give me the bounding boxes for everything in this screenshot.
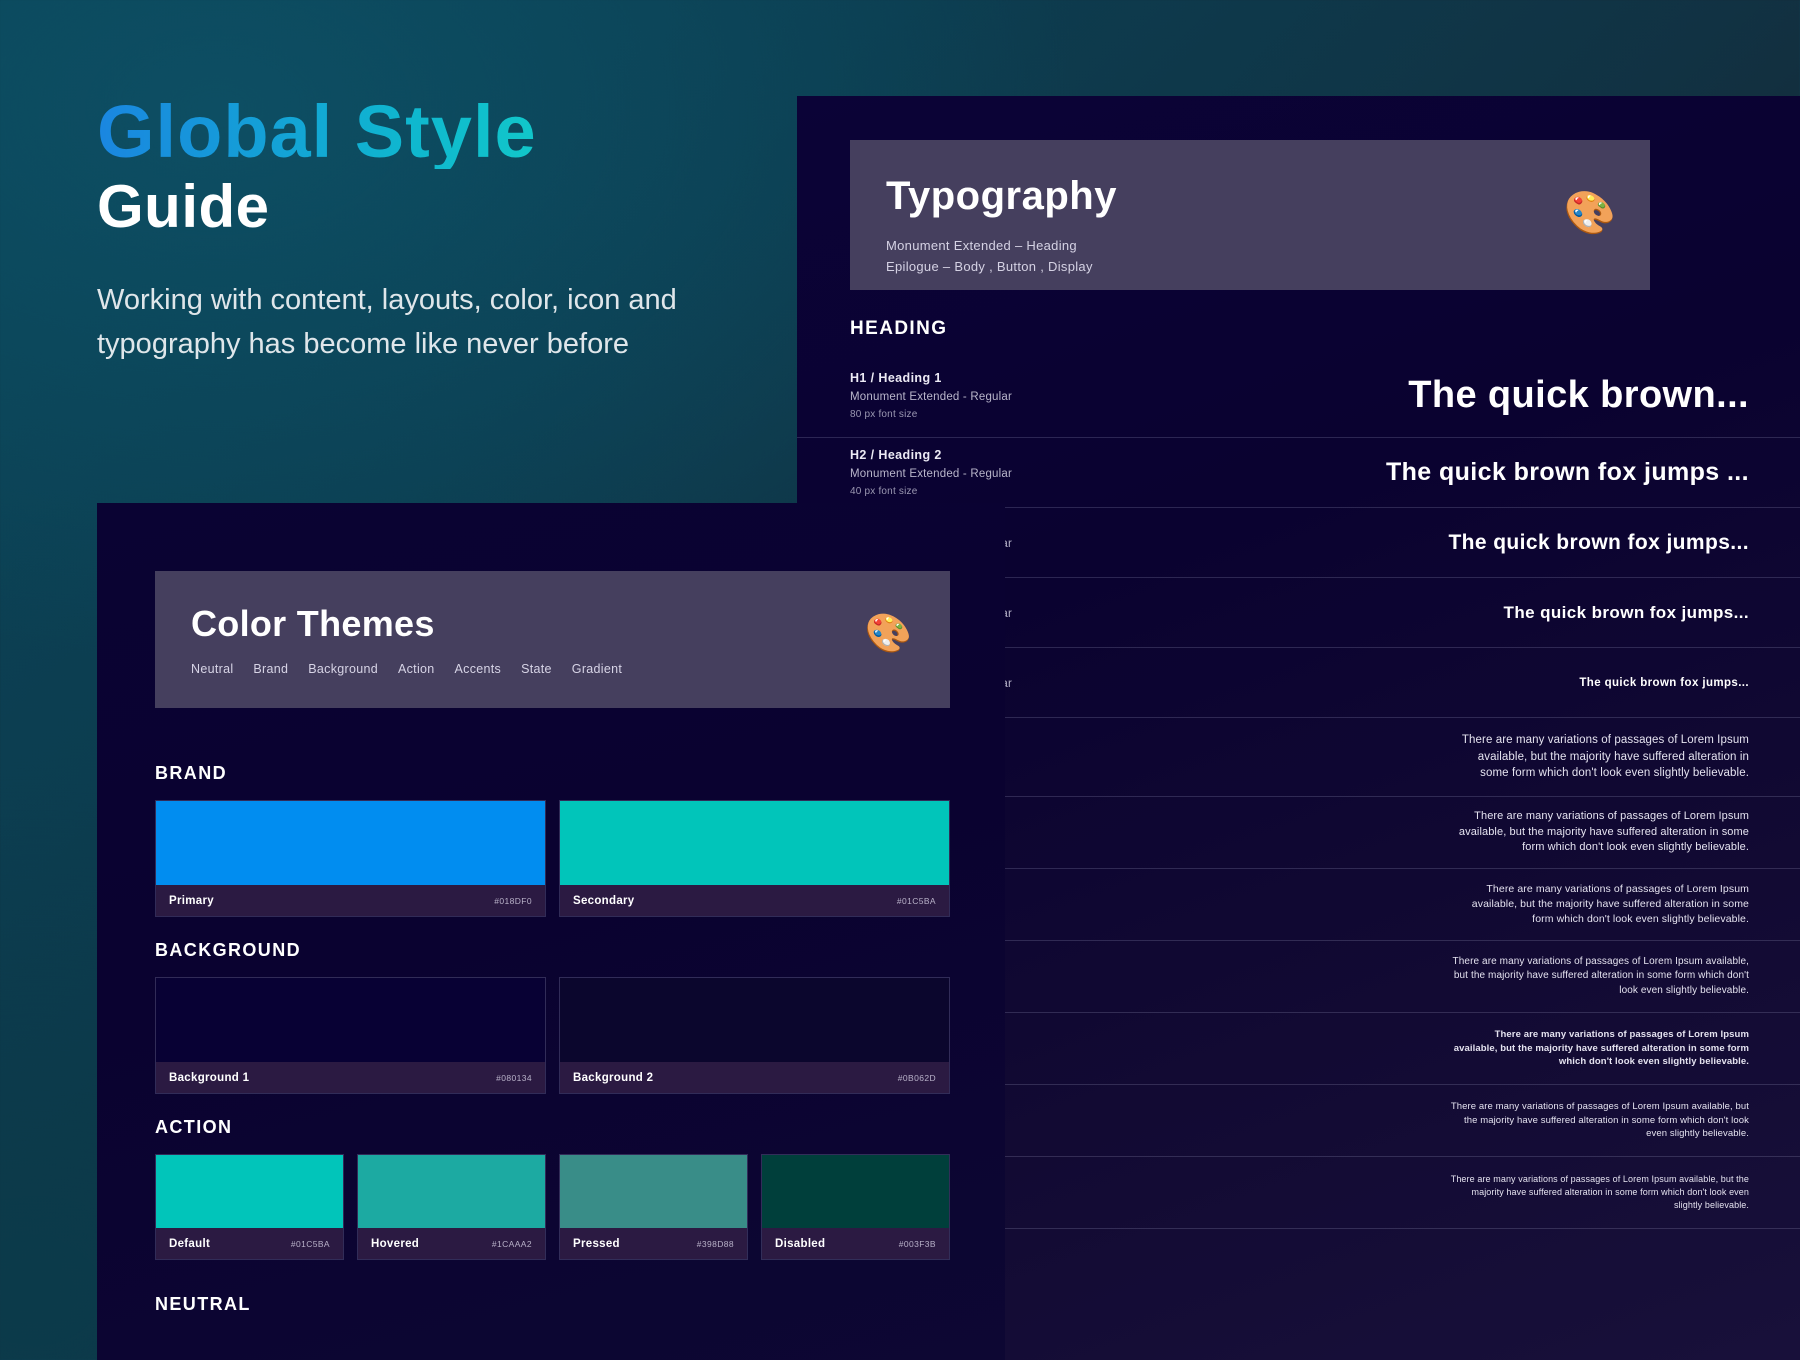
- color-swatch-chip: [358, 1155, 545, 1228]
- typography-row-font: Monument Extended - Regular: [850, 391, 1150, 403]
- color-group-title: ACTION: [155, 1117, 950, 1138]
- color-nav-item[interactable]: Brand: [253, 662, 288, 676]
- color-swatch[interactable]: Default #01C5BA: [155, 1154, 344, 1260]
- typography-row-size: 80 px font size: [850, 409, 1150, 420]
- color-swatch-row: Background 1 #080134 Background 2 #0B062D: [155, 977, 950, 1094]
- color-swatch-hex: #003F3B: [899, 1239, 936, 1249]
- typography-row-sample: There are many variations of passages of…: [1449, 1028, 1749, 1069]
- color-swatch[interactable]: Primary #018DF0: [155, 800, 546, 917]
- color-swatch[interactable]: Pressed #398D88: [559, 1154, 748, 1260]
- typography-title: Typography: [886, 174, 1614, 219]
- color-nav-item[interactable]: Accents: [455, 662, 502, 676]
- typography-row: H1 / Heading 1 Monument Extended - Regula…: [797, 354, 1800, 438]
- color-swatch-footer: Disabled #003F3B: [762, 1228, 949, 1259]
- color-group: BRAND Primary #018DF0 Secondary #01C5BA: [155, 763, 950, 917]
- typography-row-font: Monument Extended - Regular: [850, 468, 1150, 480]
- typography-meta: Monument Extended – Heading Epilogue – B…: [886, 235, 1614, 277]
- color-themes-nav: Neutral Brand Background Action Accents State…: [191, 662, 914, 676]
- color-swatch-label: Pressed: [573, 1238, 620, 1250]
- color-swatch[interactable]: Background 2 #0B062D: [559, 977, 950, 1094]
- color-nav-item[interactable]: State: [521, 662, 552, 676]
- color-swatch[interactable]: Hovered #1CAAA2: [357, 1154, 546, 1260]
- color-swatch-hex: #01C5BA: [291, 1239, 330, 1249]
- color-swatch-hex: #0B062D: [898, 1073, 936, 1083]
- color-themes-title: Color Themes: [191, 603, 914, 645]
- color-swatch-label: Background 1: [169, 1072, 249, 1084]
- hero-subtitle: Working with content, layouts, color, ic…: [97, 278, 697, 366]
- color-nav-item[interactable]: Background: [308, 662, 378, 676]
- color-swatch-hex: #080134: [496, 1073, 532, 1083]
- typography-row-sample: The quick brown...: [1150, 374, 1749, 417]
- color-nav-item[interactable]: Neutral: [191, 662, 233, 676]
- typography-row-sample: There are many variations of passages of…: [1449, 809, 1749, 857]
- color-swatch-chip: [560, 1155, 747, 1228]
- color-group-title: BACKGROUND: [155, 940, 950, 961]
- color-group-title: BRAND: [155, 763, 950, 784]
- typography-row-sample: The quick brown fox jumps...: [1150, 603, 1749, 623]
- color-swatch-label: Disabled: [775, 1238, 825, 1250]
- color-swatch-label: Default: [169, 1238, 210, 1250]
- color-swatch-chip: [762, 1155, 949, 1228]
- color-nav-item[interactable]: Gradient: [572, 662, 622, 676]
- color-swatch[interactable]: Background 1 #080134: [155, 977, 546, 1094]
- color-swatch-hex: #1CAAA2: [492, 1239, 532, 1249]
- color-swatch-footer: Default #01C5BA: [156, 1228, 343, 1259]
- typography-row-sample: There are many variations of passages of…: [1449, 1100, 1749, 1141]
- color-group: BACKGROUNDBackground 1#080134Background …: [155, 940, 950, 1094]
- color-swatch-footer: Background 1 #080134: [156, 1062, 545, 1093]
- typography-row-sample: There are many variations of passages of…: [1449, 732, 1749, 782]
- typography-spec: H1 / Heading 1 Monument Extended - Regula…: [850, 371, 1150, 420]
- typography-spec: H2 / Heading 2 Monument Extended - Regula…: [850, 448, 1150, 497]
- color-swatch-footer: Secondary #01C5BA: [560, 885, 949, 916]
- color-swatch-row: Default #01C5BA Hovered #1CAAA2 Pressed #398D…: [155, 1154, 950, 1260]
- color-swatch-footer: Background 2 #0B062D: [560, 1062, 949, 1093]
- color-nav-item[interactable]: Action: [398, 662, 435, 676]
- color-swatch-footer: Pressed #398D88: [560, 1228, 747, 1259]
- color-swatch-label: Background 2: [573, 1072, 653, 1084]
- typography-row-sample: There are many variations of passages of…: [1449, 955, 1749, 999]
- color-group: NEUTRAL: [155, 1294, 950, 1331]
- color-swatch[interactable]: Secondary #01C5BA: [559, 800, 950, 917]
- typography-row-sample: The quick brown fox jumps...: [1150, 677, 1749, 689]
- color-swatch-footer: Primary #018DF0: [156, 885, 545, 916]
- typography-row-sample: There are many variations of passages of…: [1449, 1173, 1749, 1212]
- typography-meta-line-2: Epilogue – Body , Button , Display: [886, 256, 1614, 277]
- typography-row-sample: The quick brown fox jumps...: [1150, 531, 1749, 555]
- color-swatch-footer: Hovered #1CAAA2: [358, 1228, 545, 1259]
- typography-header-card: Typography Monument Extended – Heading E…: [850, 140, 1650, 290]
- color-swatch-hex: #01C5BA: [897, 896, 936, 906]
- color-swatch-hex: #018DF0: [494, 896, 532, 906]
- page-title-secondary: Guide: [97, 175, 787, 238]
- typography-section-title: HEADING: [850, 318, 947, 340]
- typography-meta-line-1: Monument Extended – Heading: [886, 235, 1614, 256]
- color-group: ACTION Default #01C5BA Hovered #1CAAA2 Presse…: [155, 1117, 950, 1260]
- color-swatch-hex: #398D88: [697, 1239, 734, 1249]
- color-swatch-label: Primary: [169, 895, 214, 907]
- color-swatch-row: Primary #018DF0 Secondary #01C5BA: [155, 800, 950, 917]
- typography-row-size: 40 px font size: [850, 486, 1150, 497]
- color-group-title: NEUTRAL: [155, 1294, 950, 1315]
- typography-row-name: H1 / Heading 1: [850, 371, 1150, 385]
- color-themes-header-card: Color Themes Neutral Brand Background Actio…: [155, 571, 950, 708]
- hero-section: Global Style Guide Working with content,…: [97, 95, 787, 366]
- typography-row-sample: The quick brown fox jumps ...: [1150, 458, 1749, 487]
- color-swatch-label: Hovered: [371, 1238, 419, 1250]
- color-themes-panel: Color Themes Neutral Brand Background Actio…: [97, 503, 1005, 1360]
- artist-palette-icon: 🎨: [1564, 192, 1616, 234]
- color-swatch-chip: [156, 978, 545, 1062]
- page-title-primary: Global Style: [97, 95, 787, 169]
- color-swatch[interactable]: Disabled #003F3B: [761, 1154, 950, 1260]
- typography-row-name: H2 / Heading 2: [850, 448, 1150, 462]
- color-swatch-label: Secondary: [573, 895, 635, 907]
- color-swatch-chip: [156, 1155, 343, 1228]
- typography-row-sample: There are many variations of passages of…: [1449, 882, 1749, 928]
- artist-palette-icon: 🎨: [865, 615, 912, 653]
- color-swatch-chip: [156, 801, 545, 885]
- typography-row: H2 / Heading 2 Monument Extended - Regula…: [797, 438, 1800, 508]
- color-swatch-chip: [560, 801, 949, 885]
- color-swatch-chip: [560, 978, 949, 1062]
